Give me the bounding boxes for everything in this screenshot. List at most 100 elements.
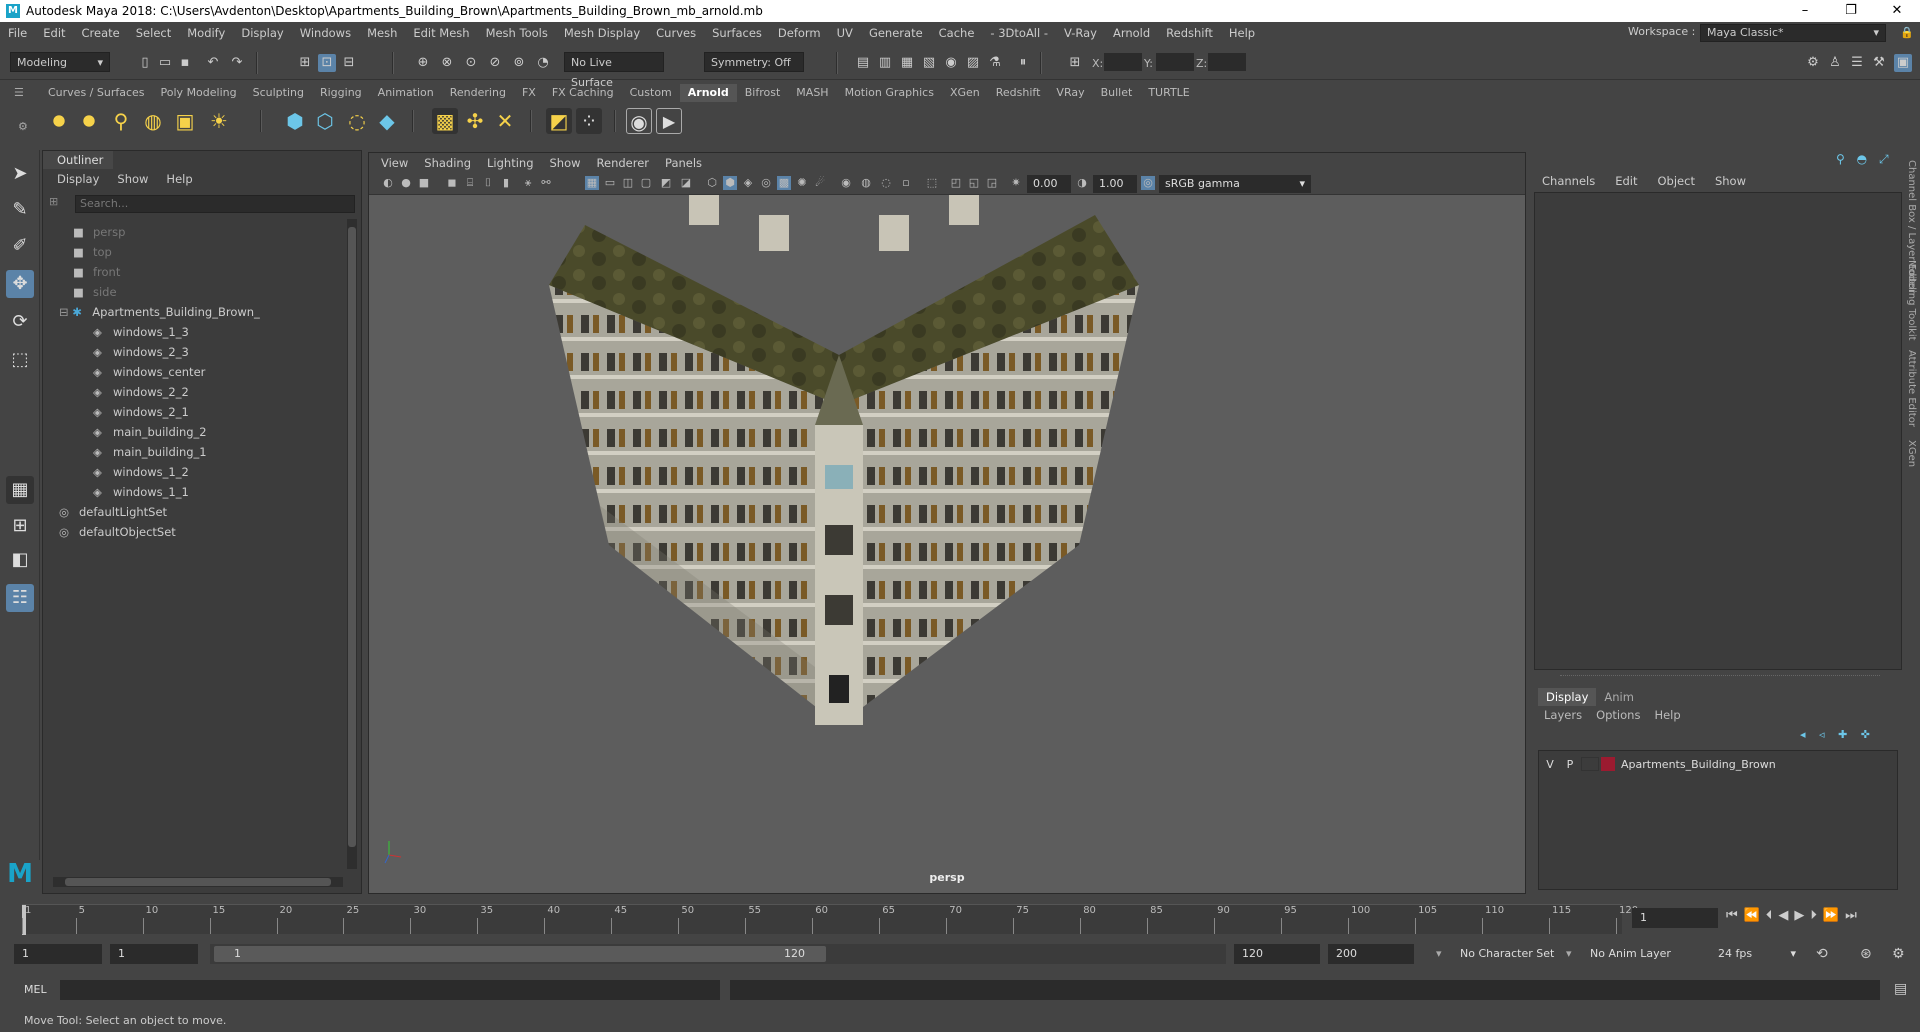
flush-textures-icon[interactable]: ▩ xyxy=(432,108,458,134)
outliner-menu-show[interactable]: Show xyxy=(117,172,148,186)
shelf-tab-custom[interactable]: Custom xyxy=(622,84,680,102)
viewport-menu-view[interactable]: View xyxy=(373,156,416,170)
workspace-dropdown[interactable]: Maya Classic* ▾ xyxy=(1700,24,1886,42)
shelf-tab-bifrost[interactable]: Bifrost xyxy=(737,84,789,102)
maximize-button[interactable]: ❐ xyxy=(1828,0,1874,22)
viewport-menu-show[interactable]: Show xyxy=(542,156,589,170)
menu-arnold[interactable]: Arnold xyxy=(1105,26,1158,40)
wireframe-icon[interactable]: ⚯ xyxy=(539,176,553,190)
outliner-item[interactable]: ◈ windows_1_3 xyxy=(93,323,189,342)
play-back-icon[interactable]: ◀ xyxy=(1778,908,1794,923)
attribute-editor-icon[interactable]: ☰ xyxy=(1848,54,1866,72)
outliner-item[interactable]: ■ front xyxy=(73,263,120,282)
depth-of-field-icon[interactable]: ◍ xyxy=(859,176,873,190)
menu-generate[interactable]: Generate xyxy=(861,26,931,40)
step-back-frame-icon[interactable]: ⏴ xyxy=(1766,908,1779,923)
textured-icon[interactable]: ◈ xyxy=(741,176,755,190)
two-view-icon[interactable]: ◧ xyxy=(6,546,34,574)
side-tab-modeling-toolkit[interactable]: Modeling Toolkit xyxy=(1906,260,1917,341)
wireframe-cube-icon[interactable]: ⬡ xyxy=(705,176,719,190)
expand-icon[interactable]: ⤢ xyxy=(1879,152,1889,166)
layer-type-toggle[interactable] xyxy=(1581,757,1599,771)
isolate-select-icon[interactable]: ⬚ xyxy=(925,176,939,190)
undo-icon[interactable]: ↶ xyxy=(204,54,222,72)
viewport-menu-lighting[interactable]: Lighting xyxy=(479,156,541,170)
menu-select[interactable]: Select xyxy=(128,26,179,40)
tx-manager-icon[interactable]: ◩ xyxy=(546,108,572,134)
menu-3dtoall[interactable]: - 3DtoAll - xyxy=(982,26,1056,40)
antialiasing-icon[interactable]: ◉ xyxy=(839,176,853,190)
step-back-key-icon[interactable]: ⏪ xyxy=(1744,908,1766,923)
outliner-item[interactable]: ◈ windows_2_2 xyxy=(93,383,189,402)
export-standin-icon[interactable]: ◆ xyxy=(374,108,400,134)
render-current-icon[interactable]: ▤ xyxy=(854,54,872,72)
step-forward-key-icon[interactable]: ⏩ xyxy=(1823,908,1845,923)
flush-lights-icon[interactable]: ✕ xyxy=(492,108,518,134)
outliner-item[interactable]: ◈ main_building_1 xyxy=(93,443,207,462)
four-view-icon[interactable]: ⊞ xyxy=(6,512,34,540)
layer-tab-display[interactable]: Display xyxy=(1538,688,1597,706)
outliner-item[interactable]: ■ persp xyxy=(73,223,125,242)
xray-icon[interactable]: ⚹ xyxy=(521,176,535,190)
shelf-tab-arnold[interactable]: Arnold xyxy=(679,84,737,102)
select-hierarchy-icon[interactable]: ⊞ xyxy=(296,54,314,72)
single-perspective-icon[interactable]: ▦ xyxy=(6,476,34,504)
motion-blur-icon[interactable]: ☄ xyxy=(813,176,827,190)
minimize-button[interactable]: – xyxy=(1782,0,1828,22)
shelf-tab-fx-caching[interactable]: FX Caching xyxy=(544,84,622,102)
viewport-menu-renderer[interactable]: Renderer xyxy=(589,156,658,170)
create-volume-icon[interactable]: ⬡ xyxy=(312,108,338,134)
camera-icon[interactable]: ◓ xyxy=(1857,152,1867,166)
character-set-icon[interactable]: ▾ xyxy=(1436,947,1442,960)
new-layer-selected-icon[interactable]: ✜ xyxy=(1861,728,1870,741)
menu-mesh-tools[interactable]: Mesh Tools xyxy=(478,26,556,40)
camera-attributes-icon[interactable]: ● xyxy=(399,176,413,190)
menu-create[interactable]: Create xyxy=(74,26,128,40)
shelf-tab-xgen[interactable]: XGen xyxy=(942,84,988,102)
wireframe-shaded-icon[interactable]: ◩ xyxy=(659,176,673,190)
channel-menu-edit[interactable]: Edit xyxy=(1615,174,1637,188)
shelf-tab-mash[interactable]: MASH xyxy=(788,84,836,102)
live-surface-dropdown[interactable]: No Live Surface xyxy=(564,52,664,89)
arnold-render-icon[interactable]: ▶ xyxy=(656,108,682,134)
hypershade-icon[interactable]: ◉ xyxy=(942,54,960,72)
move-tool-icon[interactable]: ✥ xyxy=(6,270,34,298)
render-view-eye-icon[interactable]: ◉ xyxy=(626,108,652,134)
outliner-search-input[interactable]: Search... xyxy=(75,195,355,213)
menu-redshift[interactable]: Redshift xyxy=(1158,26,1221,40)
rotate-tool-icon[interactable]: ⟳ xyxy=(6,308,34,336)
channel-menu-show[interactable]: Show xyxy=(1715,174,1746,188)
snap-icon[interactable]: ⚲ xyxy=(1836,152,1845,166)
smooth-shade-icon[interactable]: ◪ xyxy=(679,176,693,190)
layer-color-swatch[interactable] xyxy=(1601,757,1615,771)
menu-windows[interactable]: Windows xyxy=(292,26,359,40)
new-scene-icon[interactable]: ▯ xyxy=(136,54,154,72)
symmetry-dropdown[interactable]: Symmetry: Off xyxy=(704,52,804,72)
shelf-settings-icon[interactable]: ⚙ xyxy=(18,120,28,133)
menu-edit[interactable]: Edit xyxy=(35,26,73,40)
scene-building-render[interactable] xyxy=(369,195,1525,893)
snap-grid-icon[interactable]: ⊕ xyxy=(414,54,432,72)
menu-modify[interactable]: Modify xyxy=(179,26,233,40)
lighting-icon[interactable]: ◎ xyxy=(759,176,773,190)
save-scene-icon[interactable]: ▪ xyxy=(176,54,194,72)
menu-help[interactable]: Help xyxy=(1221,26,1263,40)
channel-menu-object[interactable]: Object xyxy=(1658,174,1695,188)
snap-curve-icon[interactable]: ⊗ xyxy=(438,54,456,72)
side-tab-xgen[interactable]: XGen xyxy=(1906,440,1917,467)
outliner-item[interactable]: ◎ defaultObjectSet xyxy=(59,523,176,542)
outliner-layout-icon[interactable]: ☷ xyxy=(6,584,34,612)
photometric-light-icon[interactable]: ⚲ xyxy=(108,108,134,134)
character-set-dropdown[interactable]: No Character Set xyxy=(1452,944,1562,964)
x-field[interactable] xyxy=(1104,53,1142,71)
shelf-tab-redshift[interactable]: Redshift xyxy=(988,84,1049,102)
start-time-field[interactable]: 1 xyxy=(14,944,102,964)
ipr-render-icon[interactable]: ▦ xyxy=(898,54,916,72)
mel-label[interactable]: MEL xyxy=(24,983,47,996)
outliner-item[interactable]: ◈ windows_2_3 xyxy=(93,343,189,362)
new-layer-icon[interactable]: ✚ xyxy=(1838,728,1847,741)
auto-key-icon[interactable]: ⊛ xyxy=(1860,946,1872,962)
mel-input[interactable] xyxy=(60,980,720,1000)
snap-vertex-icon[interactable]: ◔ xyxy=(534,54,552,72)
play-forward-icon[interactable]: ▶ xyxy=(1794,908,1810,923)
